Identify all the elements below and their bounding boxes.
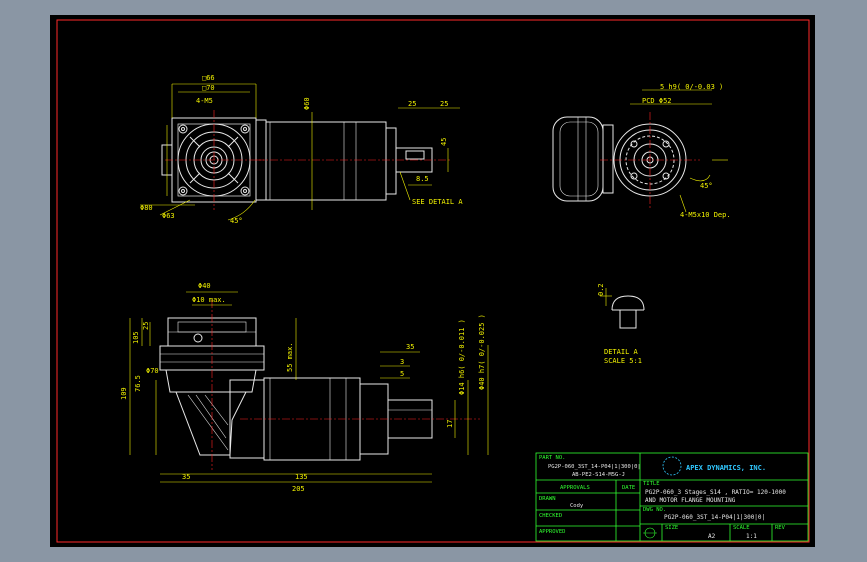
- dim-box-top: □66: [202, 74, 215, 82]
- detail-a: [600, 288, 645, 329]
- dim-55: 55 max.: [286, 342, 294, 372]
- dim-dia70: Φ70: [146, 367, 159, 375]
- dim-25a: 25: [408, 100, 416, 108]
- date-label: DATE: [622, 485, 635, 491]
- dim-205: 205: [292, 485, 305, 493]
- dim-3: 3: [400, 358, 404, 366]
- bottom-left-view: [129, 291, 489, 483]
- dim-105: 105: [132, 331, 140, 344]
- dim-pcd: PCD Φ52: [642, 97, 672, 105]
- scale-label: SCALE: [733, 525, 750, 531]
- dim-35b: 35: [182, 473, 190, 481]
- dim-135: 135: [295, 473, 308, 481]
- dim-dia63: Φ63: [162, 212, 175, 220]
- dimension-labels: □66 □70 4-M5 Φ60 25 25 45 8.5 Φ80 Φ63 45…: [120, 74, 731, 493]
- dim-dia40b: Φ40 h7( 0/-0.025 ): [478, 314, 486, 390]
- title-block-text: PART NO. PG2P-060_3ST_14-P04|1|300|0| AB…: [539, 455, 786, 540]
- dim-17: 17: [446, 420, 454, 428]
- dim-8-5: 8.5: [416, 175, 429, 183]
- part-no-label: PART NO.: [539, 455, 566, 461]
- detail-a-label: DETAIL A: [604, 348, 639, 356]
- dim-35: 35: [406, 343, 414, 351]
- title-line2: AND MOTOR FLANGE MOUNTING: [645, 497, 736, 504]
- dwg-no-value: PG2P-060_3ST_14-P04|1|300|0|: [664, 514, 765, 521]
- dim-5: 5: [400, 370, 404, 378]
- dwg-no-label: DWG NO.: [643, 507, 666, 513]
- size-value: A2: [708, 533, 716, 540]
- rev-label: REV: [775, 525, 786, 531]
- drawn-label: DRAWN: [539, 496, 556, 502]
- dim-25b: 25: [440, 100, 448, 108]
- dim-angle45b: 45°: [700, 182, 713, 190]
- dim-dia10: Φ10 max.: [192, 296, 226, 304]
- size-label: SIZE: [665, 525, 678, 531]
- dim-see-detail: SEE DETAIL A: [412, 198, 463, 206]
- title-line1: PG2P-060_3 Stages_S14 , RATIO= 120-1000: [645, 489, 786, 496]
- scale-value: 1:1: [746, 533, 757, 540]
- dim-thread-right: 4-M5x10 Dep.: [680, 211, 731, 219]
- dim-box-left: □70: [202, 84, 215, 92]
- part-no-line2: AB-PE2-S14-M5G-J: [572, 472, 625, 478]
- company-logo: [662, 456, 682, 476]
- approved-label: APPROVED: [539, 529, 566, 535]
- dim-dia14: Φ14 h6( 0/-0.011 ): [458, 319, 466, 395]
- dim-25c: 25: [142, 322, 150, 330]
- title-label: TITLE: [643, 481, 660, 487]
- dim-dia40: Φ40: [198, 282, 211, 290]
- company-name: APEX DYNAMICS, INC.: [686, 464, 766, 472]
- top-right-view: [552, 89, 728, 213]
- part-no-line1: PG2P-060_3ST_14-P04|1|300|0|: [548, 464, 641, 470]
- drawing-viewport: □66 □70 4-M5 Φ60 25 25 45 8.5 Φ80 Φ63 45…: [0, 0, 867, 562]
- dim-angle45: 45°: [230, 217, 243, 225]
- approvals-label: APPROVALS: [560, 485, 590, 491]
- dim-109: 109: [120, 387, 128, 400]
- detail-a-scale: SCALE 5:1: [604, 357, 642, 365]
- checked-label: CHECKED: [539, 513, 562, 519]
- dim-dia60: Φ60: [303, 97, 311, 110]
- dim-dia80: Φ80: [140, 204, 153, 212]
- cad-drawing: □66 □70 4-M5 Φ60 25 25 45 8.5 Φ80 Φ63 45…: [56, 19, 810, 543]
- dim-45: 45: [440, 138, 448, 146]
- dim-76-5: 76.5: [134, 375, 142, 392]
- dim-thread-top: 4-M5: [196, 97, 213, 105]
- drawn-value: Cody: [570, 503, 584, 509]
- dim-key: 5 h9( 0/-0.03 ): [660, 83, 723, 91]
- dim-0-2: 0.2: [597, 283, 605, 296]
